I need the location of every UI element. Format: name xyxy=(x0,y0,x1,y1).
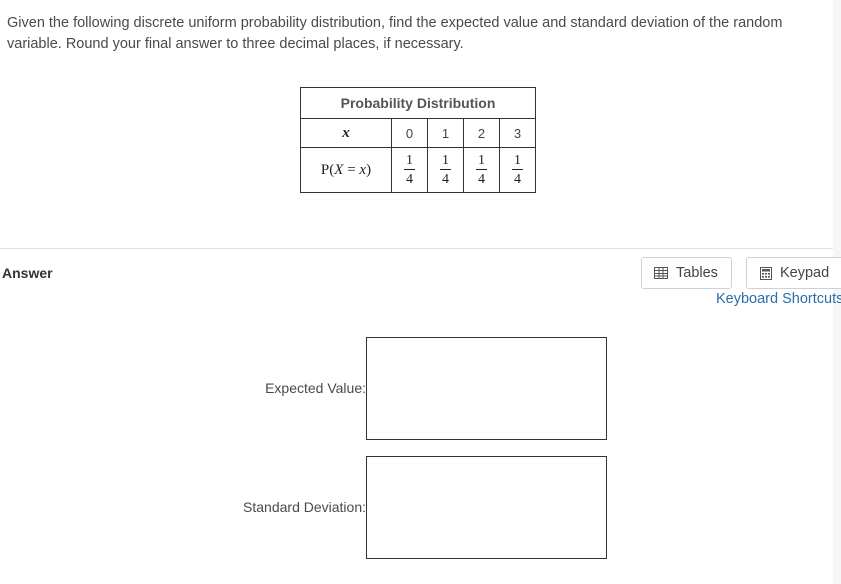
expected-value-input[interactable] xyxy=(366,337,607,440)
probability-cell: 14 xyxy=(427,147,464,193)
table-caption: Probability Distribution xyxy=(300,87,536,119)
table-grid-icon xyxy=(654,267,668,279)
probability-row-header: P(X = x) xyxy=(300,147,392,193)
tables-button-label: Tables xyxy=(676,265,718,281)
probability-cell: 14 xyxy=(463,147,500,193)
x-row-header: x xyxy=(300,118,392,148)
probability-cell: 14 xyxy=(499,147,536,193)
x-value-cell: 0 xyxy=(391,118,428,148)
standard-deviation-input[interactable] xyxy=(366,456,607,559)
fraction: 14 xyxy=(404,153,415,187)
fraction: 14 xyxy=(440,153,451,187)
probability-table: Probability Distribution x 0 1 2 3 P(X =… xyxy=(300,87,536,193)
section-divider xyxy=(0,248,833,249)
standard-deviation-label: Standard Deviation: xyxy=(243,499,366,515)
calculator-icon xyxy=(760,266,772,280)
answer-heading: Answer xyxy=(2,265,53,281)
probability-cell: 14 xyxy=(391,147,428,193)
keypad-button-label: Keypad xyxy=(780,265,830,281)
fraction: 14 xyxy=(476,153,487,187)
tables-button[interactable]: Tables xyxy=(641,257,732,289)
expected-value-label: Expected Value: xyxy=(265,380,366,396)
x-value-cell: 2 xyxy=(463,118,500,148)
question-text: Given the following discrete uniform pro… xyxy=(7,15,783,52)
x-value-cell: 3 xyxy=(499,118,536,148)
probability-label: P(X = x) xyxy=(320,161,372,178)
x-value-cell: 1 xyxy=(427,118,464,148)
keyboard-shortcuts-link[interactable]: Keyboard Shortcuts xyxy=(716,291,841,307)
keypad-button[interactable]: Keypad xyxy=(746,257,841,289)
fraction: 14 xyxy=(512,153,523,187)
